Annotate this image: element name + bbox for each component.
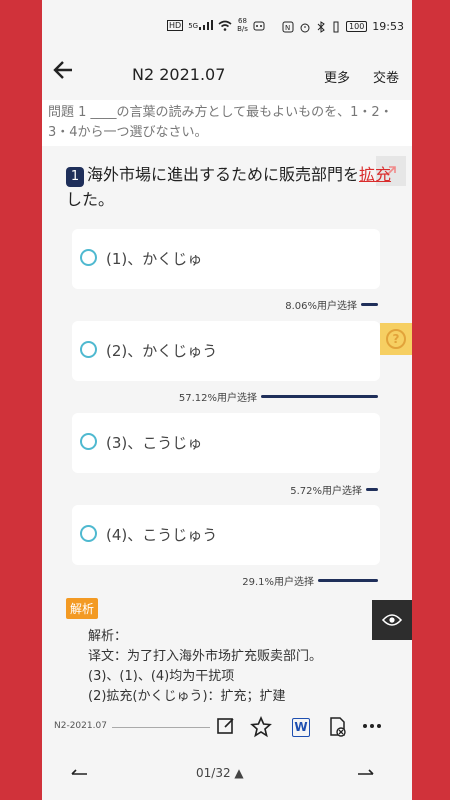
more-icon[interactable] (360, 716, 384, 741)
hd-indicator: HD (167, 19, 184, 31)
signal-indicator: 5G (188, 20, 214, 30)
option-label: (4)、こうじゅう (106, 526, 218, 544)
question-text-after: した。 (66, 190, 115, 209)
option-1-stat: 8.06%用户选择 (285, 297, 378, 312)
question-highlight: 拡充 (359, 165, 392, 184)
option-3-stat: 5.72%用户选择 (290, 482, 378, 497)
vibrate-icon (333, 21, 339, 32)
word-export-icon[interactable]: W (292, 718, 310, 737)
more-button[interactable]: 更多 (324, 67, 350, 86)
app-header: N2 2021.07 更多 交卷 (42, 50, 412, 100)
option-label: (3)、こうじゅ (106, 434, 203, 452)
toolbar-divider (112, 727, 210, 728)
status-left: HD 5G 68 B/s (167, 17, 265, 33)
paper-id: N2-2021.07 (54, 721, 107, 731)
back-arrow-icon[interactable] (52, 58, 76, 89)
question-instruction: 問題 1 ____の言葉の読み方として最もよいものを、1・2・3・4から一つ選び… (42, 100, 412, 146)
stat-bar (361, 303, 378, 306)
battery-indicator: 100 (346, 21, 368, 32)
wifi-icon (218, 20, 232, 31)
question-number: 1 (66, 167, 84, 187)
eye-icon[interactable] (372, 600, 412, 640)
stat-bar (318, 579, 378, 582)
option-4-stat: 29.1%用户选择 (242, 573, 378, 588)
analysis-line: (2)拡充(かくじゅう)：扩充；扩建 (88, 689, 286, 704)
stat-text: 57.12%用户选择 (178, 393, 257, 404)
app-notification-icon (253, 21, 265, 31)
signal-bars-icon (199, 20, 214, 30)
radio-icon[interactable] (80, 525, 97, 542)
stat-bar (366, 488, 378, 491)
analysis-text: 解析： 译文：为了打入海外市场扩充贩卖部门。 (3)、(1)、(4)均为干扰项 … (88, 627, 322, 707)
page-title: N2 2021.07 (132, 65, 226, 84)
option-label: (2)、かくじゅう (106, 342, 218, 360)
status-bar: HD 5G 68 B/s N 100 19:53 (42, 0, 412, 50)
option-1[interactable]: (1)、かくじゅ (72, 229, 380, 289)
analysis-tag: 解析 (66, 598, 99, 619)
analysis-line: 解析： (88, 629, 128, 644)
clock: 19:53 (372, 20, 404, 33)
help-icon: ? (386, 329, 406, 349)
bluetooth-icon (317, 20, 325, 33)
radio-icon[interactable] (80, 249, 97, 266)
option-4[interactable]: (4)、こうじゅう (72, 505, 380, 565)
option-label: (1)、かくじゅ (106, 250, 203, 268)
analysis-line: 译文：为了打入海外市场扩充贩卖部门。 (88, 649, 323, 664)
prev-icon[interactable] (70, 762, 88, 786)
option-2-stat: 57.12%用户选择 (179, 389, 378, 404)
edit-note-icon[interactable] (214, 716, 238, 741)
option-3[interactable]: (3)、こうじゅ (72, 413, 380, 473)
radio-icon[interactable] (80, 433, 97, 450)
stat-text: 29.1%用户选择 (242, 577, 314, 588)
nfc-icon: N (282, 21, 294, 32)
svg-text:N: N (285, 24, 290, 32)
question-text-before: 海外市場に進出するために販売部門を (87, 165, 360, 184)
stat-text: 8.06%用户选择 (285, 301, 357, 312)
status-right: N 100 19:53 (282, 20, 404, 33)
submit-button[interactable]: 交卷 (373, 67, 399, 86)
help-button[interactable]: ? (380, 323, 412, 355)
question-toolbar: N2-2021.07 W (42, 712, 412, 744)
bottom-nav: 01/32 ▲ (42, 760, 412, 790)
alarm-icon (300, 23, 310, 32)
radio-icon[interactable] (80, 341, 97, 358)
analysis-line: (3)、(1)、(4)均为干扰项 (88, 669, 235, 684)
page-indicator[interactable]: 01/32 ▲ (196, 766, 244, 780)
stat-bar (261, 395, 378, 398)
question-text: 1 海外市場に進出するために販売部門を拡充した。 (66, 162, 396, 212)
star-icon[interactable] (249, 715, 273, 743)
stat-text: 5.72%用户选择 (290, 486, 362, 497)
next-icon[interactable] (357, 762, 375, 786)
phone-screen: HD 5G 68 B/s N 100 19:53 N2 2021.07 更多 交… (42, 0, 412, 800)
error-report-icon[interactable] (326, 716, 350, 743)
option-2[interactable]: (2)、かくじゅう (72, 321, 380, 381)
net-speed: 68 B/s (237, 17, 248, 33)
